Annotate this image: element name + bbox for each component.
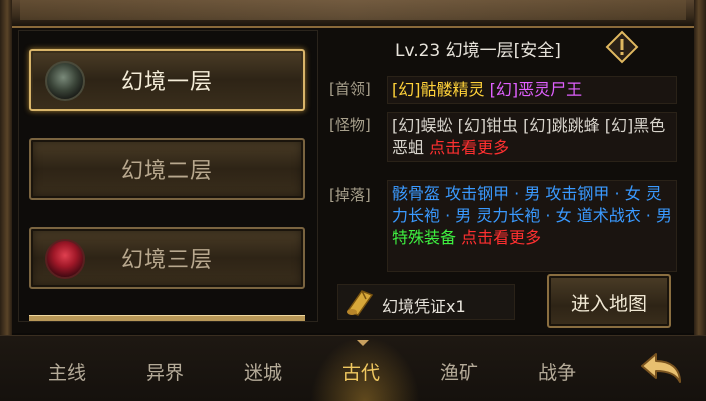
boss-list: [幻]骷髅精灵 [幻]恶灵尸王: [387, 76, 677, 104]
enter-map-button[interactable]: 进入地图: [547, 274, 671, 328]
floor-button-2[interactable]: 幻境二层: [29, 138, 305, 200]
monster-label: [怪物]: [329, 116, 371, 134]
tab-ancient[interactable]: 古代: [342, 358, 380, 385]
drop-label: [掉落]: [329, 186, 371, 204]
tab-war[interactable]: 战争: [538, 358, 576, 385]
boss-label: [首领]: [329, 80, 371, 98]
floor-label: 幻境二层: [120, 159, 213, 184]
monster-list: [幻]蜈蚣 [幻]钳虫 [幻]跳跳蜂 [幻]黑色恶蛆 点击看更多: [387, 112, 677, 162]
floor-label: 幻境三层: [120, 248, 213, 273]
ticket-slot: 幻境凭证x1: [337, 284, 515, 320]
monster-more-link[interactable]: 点击看更多: [429, 138, 509, 157]
drop-items: 骸骨盔 攻击钢甲 · 男 攻击钢甲 · 女 灵力长袍 · 男 灵力长袍 · 女 …: [392, 184, 672, 225]
floor-list[interactable]: 幻境一层 幻境二层 幻境三层: [18, 30, 318, 322]
floor-label: 幻境一层: [120, 70, 213, 95]
tab-otherworld[interactable]: 异界: [146, 358, 184, 385]
left-frame: [0, 0, 12, 350]
ticket-label: 幻境凭证x1: [382, 297, 466, 316]
floor-title: Lv.23 幻境一层[安全]: [395, 41, 561, 61]
floor-button-1[interactable]: 幻境一层: [29, 49, 305, 111]
boss-name[interactable]: [幻]骷髅精灵: [392, 80, 485, 99]
active-tab-caret: [357, 340, 369, 346]
tab-fishing-mining[interactable]: 渔矿: [440, 358, 478, 385]
tab-bar: 主线 异界 迷城 古代 渔矿 战争: [0, 335, 706, 401]
warning-icon[interactable]: [605, 30, 639, 64]
floor-button-4-partial[interactable]: [29, 315, 305, 321]
right-frame: [694, 0, 706, 350]
enter-map-label: 进入地图: [570, 293, 647, 315]
back-arrow-icon[interactable]: [636, 348, 686, 392]
tab-mainline[interactable]: 主线: [48, 358, 86, 385]
special-equipment: 特殊装备: [392, 228, 457, 247]
drop-list: 骸骨盔 攻击钢甲 · 男 攻击钢甲 · 女 灵力长袍 · 男 灵力长袍 · 女 …: [387, 180, 677, 272]
floor-button-3[interactable]: 幻境三层: [29, 227, 305, 289]
floor-detail: Lv.23 幻境一层[安全] [首领] [幻]骷髅精灵 [幻]恶灵尸王 [怪物]…: [325, 30, 690, 328]
scroll-icon: [346, 290, 374, 316]
drop-more-link[interactable]: 点击看更多: [461, 228, 541, 247]
boss-name[interactable]: [幻]恶灵尸王: [490, 80, 583, 99]
tab-maze-city[interactable]: 迷城: [244, 358, 282, 385]
top-frame: [0, 0, 706, 28]
